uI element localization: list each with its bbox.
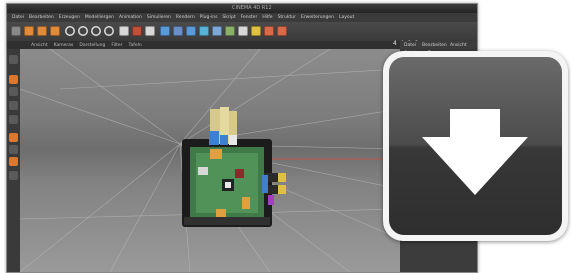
light-icon[interactable] (251, 26, 261, 36)
viewport-menu-item[interactable]: Darstellung (79, 43, 105, 48)
left-tool-palette (7, 49, 20, 272)
download-button[interactable] (383, 51, 568, 241)
object-mode-icon[interactable] (9, 115, 18, 124)
points-mode-icon[interactable] (9, 55, 18, 64)
menu-item[interactable]: Skript (222, 15, 235, 20)
tool-bar (7, 22, 477, 41)
menu-item[interactable]: Fenster (241, 15, 258, 20)
axis-mode-icon[interactable] (9, 145, 18, 154)
array-icon[interactable] (199, 26, 209, 36)
menu-item[interactable]: Erweiterungen (301, 15, 334, 20)
deformer-icon[interactable] (212, 26, 222, 36)
z-axis-icon[interactable] (91, 26, 101, 36)
menu-item[interactable]: Modelliergen (85, 15, 114, 20)
viewport-menu-item[interactable]: Tafeln (129, 43, 142, 48)
menu-item[interactable]: Rendern (176, 15, 195, 20)
polygons-mode-icon[interactable] (9, 87, 18, 96)
menu-item[interactable]: Animation (119, 15, 142, 20)
3d-model (182, 107, 286, 227)
window-title: CINEMA 4D R12 (232, 5, 272, 11)
y-axis-icon[interactable] (78, 26, 88, 36)
menu-item[interactable]: Hilfe (262, 15, 272, 20)
menu-bar: Datei Bearbeiten Erzeugen Modelliergen A… (7, 13, 477, 22)
render-view-icon[interactable] (119, 26, 129, 36)
viewport-menu-item[interactable]: Kameras (54, 43, 74, 48)
x-axis-icon[interactable] (65, 26, 75, 36)
menu-item[interactable]: Layout (339, 15, 354, 20)
texture-mode-icon[interactable] (9, 133, 18, 142)
menu-item[interactable]: Simulieren (147, 15, 171, 20)
viewport-canvas (20, 49, 400, 272)
viewport-menu-item[interactable]: Ansicht (31, 43, 48, 48)
download-button-face (389, 57, 562, 235)
scale-tool-icon[interactable] (37, 26, 47, 36)
menu-item[interactable]: Struktur (278, 15, 296, 20)
render-settings-icon[interactable] (145, 26, 155, 36)
nurbs-icon[interactable] (186, 26, 196, 36)
render-picture-icon[interactable] (132, 26, 142, 36)
undo-icon[interactable] (11, 26, 21, 36)
snap-icon[interactable] (9, 171, 18, 180)
3d-viewport[interactable] (20, 49, 400, 272)
viewport-menu-item[interactable]: Filter (111, 43, 122, 48)
script-icon[interactable] (277, 26, 287, 36)
download-arrow-icon (422, 109, 528, 195)
tags-icon[interactable] (264, 26, 274, 36)
tweak-mode-icon[interactable] (9, 157, 18, 166)
scene-icon[interactable] (225, 26, 235, 36)
camera-icon[interactable] (238, 26, 248, 36)
model-mode-icon[interactable] (9, 101, 18, 110)
edges-mode-icon[interactable] (9, 75, 18, 84)
panel-menu-item[interactable]: Ansicht (450, 43, 467, 48)
menu-item[interactable]: Plug-ins (200, 15, 218, 20)
title-bar: CINEMA 4D R12 (7, 4, 477, 13)
cube-icon[interactable] (160, 26, 170, 36)
move-tool-icon[interactable] (24, 26, 34, 36)
rotate-tool-icon[interactable] (50, 26, 60, 36)
spline-pen-icon[interactable] (173, 26, 183, 36)
menu-item[interactable]: Datei (12, 15, 24, 20)
menu-item[interactable]: Erzeugen (59, 15, 80, 20)
world-coord-icon[interactable] (104, 26, 114, 36)
menu-item[interactable]: Bearbeiten (29, 15, 54, 20)
panel-menu-item[interactable]: Bearbeiten (422, 43, 447, 48)
panel-menu-item[interactable]: Datei (404, 43, 416, 48)
